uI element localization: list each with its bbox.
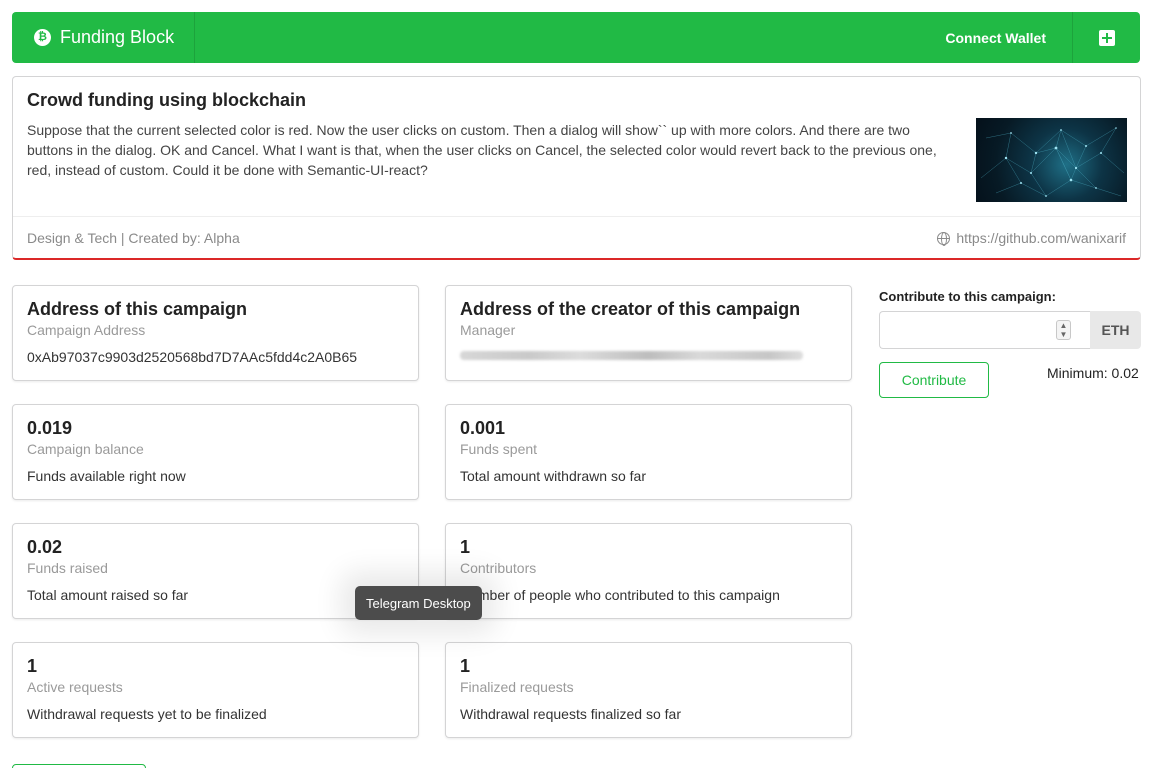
card-meta: Campaign Address — [27, 322, 146, 338]
campaign-footer: Design & Tech | Created by: Alpha https:… — [13, 216, 1140, 259]
card-header: 0.019 — [27, 418, 73, 438]
manager-card: Address of the creator of this campaign … — [445, 285, 852, 381]
card-header: 1 — [460, 656, 471, 676]
card-meta: Funds spent — [460, 441, 538, 457]
finalized-requests-card: 1 Finalized requests Withdrawal requests… — [445, 642, 852, 738]
card-header: 1 — [460, 537, 471, 557]
funds-spent-card: 0.001 Funds spent Total amount withdrawn… — [445, 404, 852, 500]
campaign-category: Design & Tech | Created by: Alpha — [27, 230, 240, 246]
plus-square-icon — [1098, 29, 1115, 46]
github-link[interactable]: https://github.com/wanixarif — [937, 230, 1126, 246]
card-description: Withdrawal requests finalized so far — [460, 706, 681, 722]
top-menu: ₿ Funding Block Connect Wallet — [12, 12, 1140, 63]
minimum-contribution: Minimum: 0.02 — [1047, 365, 1139, 381]
campaign-address-card: Address of this campaign Campaign Addres… — [12, 285, 419, 381]
card-meta: Funds raised — [27, 560, 108, 576]
card-meta: Active requests — [27, 679, 123, 695]
redacted-address — [460, 351, 803, 360]
card-description: Funds available right now — [27, 468, 186, 484]
campaign-title: Crowd funding using blockchain — [27, 90, 306, 110]
connect-wallet-button[interactable]: Connect Wallet — [919, 12, 1072, 63]
card-description: 0xAb97037c9903d2520568bd7D7AAc5fdd4c2A0B… — [27, 349, 358, 365]
card-header: Address of the creator of this campaign — [460, 299, 801, 319]
card-meta: Finalized requests — [460, 679, 574, 695]
taskbar-tooltip: Telegram Desktop — [355, 586, 482, 620]
brand[interactable]: ₿ Funding Block — [12, 12, 196, 63]
card-description: Total amount withdrawn so far — [460, 468, 646, 484]
contributors-card: 1 Contributors Number of people who cont… — [445, 523, 852, 619]
card-header: 0.001 — [460, 418, 506, 438]
globe-icon — [937, 231, 951, 246]
github-link-text[interactable]: https://github.com/wanixarif — [956, 230, 1126, 246]
card-description: Total amount raised so far — [27, 587, 189, 603]
view-requests-button[interactable] — [12, 764, 146, 768]
card-header: 0.02 — [27, 537, 63, 557]
campaign-image — [976, 118, 1127, 202]
brand-label: Funding Block — [60, 27, 175, 47]
bitcoin-icon: ₿ — [34, 29, 51, 46]
card-meta: Campaign balance — [27, 441, 144, 457]
card-description: Number of people who contributed to this… — [460, 587, 780, 603]
card-header: Address of this campaign — [27, 299, 248, 319]
contribute-label: Contribute to this campaign: — [879, 289, 1056, 304]
eth-unit-label: ETH — [1090, 311, 1141, 349]
contribute-button[interactable]: Contribute — [879, 362, 989, 398]
campaign-description: Suppose that the current selected color … — [27, 122, 937, 178]
card-header: 1 — [27, 656, 38, 676]
campaign-card: Crowd funding using blockchain Suppose t… — [12, 76, 1141, 260]
card-description: Withdrawal requests yet to be finalized — [27, 706, 267, 722]
create-campaign-button[interactable] — [1072, 12, 1140, 63]
card-meta: Contributors — [460, 560, 537, 576]
active-requests-card: 1 Active requests Withdrawal requests ye… — [12, 642, 419, 738]
contribute-form: Contribute to this campaign: ETH ▲ ▼ Cont… — [879, 289, 1141, 398]
campaign-balance-card: 0.019 Campaign balance Funds available r… — [12, 404, 419, 500]
card-meta: Manager — [460, 322, 516, 338]
number-stepper[interactable]: ▲ ▼ — [1056, 320, 1071, 340]
